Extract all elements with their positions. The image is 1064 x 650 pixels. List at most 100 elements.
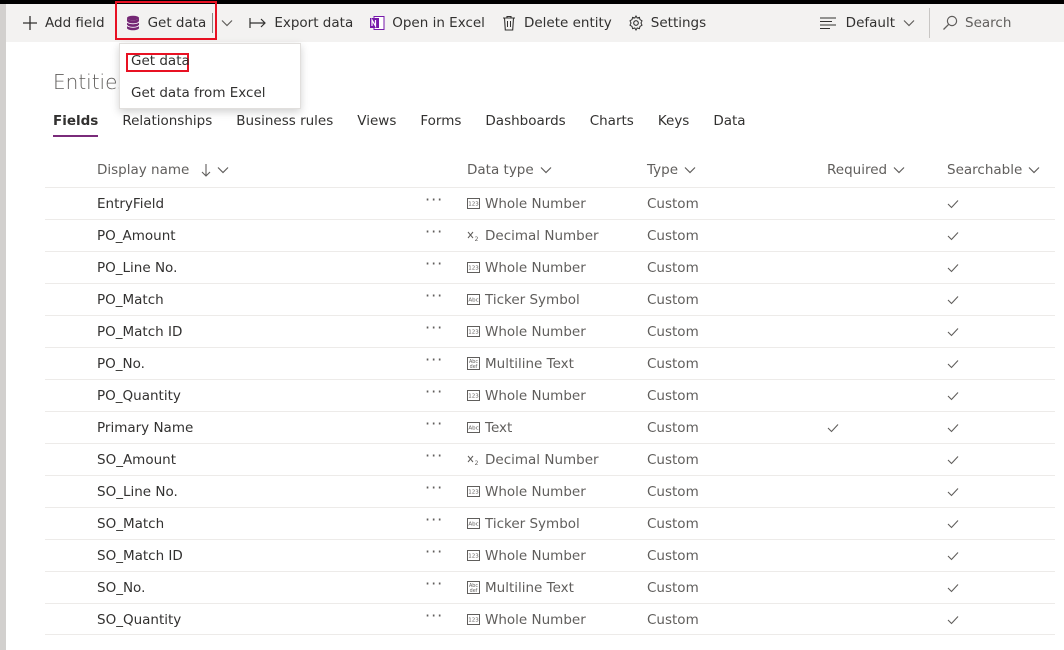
get-data-button[interactable]: Get data [113, 4, 211, 42]
more-options-icon[interactable]: ··· [425, 510, 443, 529]
text-icon: Abc [467, 421, 480, 437]
field-type: Custom [647, 356, 699, 372]
field-display-name[interactable]: SO_Match ID [97, 548, 183, 564]
more-options-icon[interactable]: ··· [425, 286, 443, 305]
tab-fields[interactable]: Fields [53, 113, 99, 137]
table-row[interactable]: SO_Match ··· Abc Ticker Symbol Custom [45, 507, 1055, 539]
chevron-down-icon [903, 19, 915, 27]
table-row[interactable]: Primary Name ··· Abc Text Custom [45, 411, 1055, 443]
field-display-name[interactable]: PO_Quantity [97, 388, 181, 404]
open-in-excel-button[interactable]: Open in Excel [361, 4, 493, 42]
table-row[interactable]: PO_No. ··· Abc def Multiline Text Custom [45, 347, 1055, 379]
column-header-label: Searchable [947, 162, 1023, 178]
field-display-name[interactable]: PO_No. [97, 356, 145, 372]
search-box[interactable]: Search [934, 4, 1064, 42]
chevron-down-icon [678, 166, 696, 174]
add-field-button[interactable]: Add field [6, 4, 113, 42]
field-display-name[interactable]: PO_Match [97, 292, 164, 308]
export-data-button[interactable]: Export data [241, 4, 361, 42]
field-display-name[interactable]: SO_Amount [97, 452, 176, 468]
column-header-label: Type [647, 162, 679, 178]
whole-number-icon: 123 [467, 485, 480, 501]
searchable-check-icon [947, 421, 959, 437]
chevron-down-icon [534, 166, 552, 174]
svg-text:123: 123 [468, 330, 479, 336]
settings-button[interactable]: Settings [620, 4, 714, 42]
tab-business-rules[interactable]: Business rules [236, 113, 333, 137]
field-display-name[interactable]: SO_No. [97, 580, 145, 596]
tab-views[interactable]: Views [357, 113, 396, 137]
svg-text:2: 2 [475, 236, 479, 242]
whole-number-icon: 123 [467, 197, 480, 213]
column-header-data-type[interactable]: Data type [467, 162, 552, 178]
tab-dashboards[interactable]: Dashboards [485, 113, 565, 137]
more-options-icon[interactable]: ··· [425, 318, 443, 337]
field-display-name[interactable]: Primary Name [97, 420, 193, 436]
left-rail [0, 4, 6, 650]
table-row[interactable]: SO_Quantity ··· 123 Whole Number Custom [45, 603, 1055, 635]
tab-forms[interactable]: Forms [420, 113, 461, 137]
table-row[interactable]: EntryField ··· 123 Whole Number Custom [45, 187, 1055, 219]
field-type: Custom [647, 484, 699, 500]
column-header-type[interactable]: Type [647, 162, 696, 178]
more-options-icon[interactable]: ··· [425, 446, 443, 465]
field-display-name[interactable]: SO_Line No. [97, 484, 178, 500]
table-row[interactable]: PO_Quantity ··· 123 Whole Number Custom [45, 379, 1055, 411]
column-header-label: Required [827, 162, 888, 178]
column-header-required[interactable]: Required [827, 162, 905, 178]
more-options-icon[interactable]: ··· [425, 606, 443, 625]
delete-entity-button[interactable]: Delete entity [493, 4, 620, 42]
table-row[interactable]: SO_Match ID ··· 123 Whole Number Custom [45, 539, 1055, 571]
more-options-icon[interactable]: ··· [425, 414, 443, 433]
field-data-type: Text [485, 420, 513, 436]
more-options-icon[interactable]: ··· [425, 254, 443, 273]
plus-icon [22, 15, 38, 31]
searchable-check-icon [947, 581, 959, 597]
column-header-searchable[interactable]: Searchable [947, 162, 1040, 178]
more-options-icon[interactable]: ··· [425, 350, 443, 369]
table-row[interactable]: PO_Amount ··· 2 Decimal Number Custom [45, 219, 1055, 251]
more-options-icon[interactable]: ··· [425, 542, 443, 561]
svg-text:123: 123 [468, 394, 479, 400]
search-placeholder: Search [965, 15, 1012, 31]
menu-item-get-data-from-excel[interactable]: Get data from Excel [131, 85, 266, 101]
table-row[interactable]: SO_No. ··· Abc def Multiline Text Custom [45, 571, 1055, 603]
sort-descending-icon [195, 163, 211, 177]
field-data-type: Whole Number [485, 548, 586, 564]
table-row[interactable]: SO_Amount ··· 2 Decimal Number Custom [45, 443, 1055, 475]
gear-icon [628, 15, 644, 31]
whole-number-icon: 123 [467, 613, 480, 629]
tab-relationships[interactable]: Relationships [122, 113, 212, 137]
decimal-number-icon: 2 [467, 453, 480, 470]
table-row[interactable]: PO_Match ··· Abc Ticker Symbol Custom [45, 283, 1055, 315]
more-options-icon[interactable]: ··· [425, 382, 443, 401]
tab-charts[interactable]: Charts [590, 113, 634, 137]
decimal-number-icon: 2 [467, 229, 480, 246]
more-options-icon[interactable]: ··· [425, 222, 443, 241]
tab-data[interactable]: Data [713, 113, 745, 137]
more-options-icon[interactable]: ··· [425, 478, 443, 497]
field-display-name[interactable]: PO_Amount [97, 228, 176, 244]
column-header-display-name[interactable]: Display name [97, 162, 229, 178]
multiline-text-icon: Abc def [467, 357, 480, 374]
view-selector[interactable]: Default [812, 4, 925, 42]
table-row[interactable]: SO_Line No. ··· 123 Whole Number Custom [45, 475, 1055, 507]
menu-item-get-data[interactable]: Get data [131, 53, 190, 69]
field-display-name[interactable]: PO_Line No. [97, 260, 177, 276]
field-data-type: Whole Number [485, 196, 586, 212]
search-icon [942, 15, 958, 31]
field-display-name[interactable]: SO_Match [97, 516, 164, 532]
svg-text:Abc: Abc [469, 583, 478, 589]
more-options-icon[interactable]: ··· [425, 190, 443, 209]
field-data-type: Whole Number [485, 484, 586, 500]
table-row[interactable]: PO_Match ID ··· 123 Whole Number Custom [45, 315, 1055, 347]
get-data-dropdown-toggle[interactable] [219, 4, 241, 42]
searchable-check-icon [947, 549, 959, 565]
table-row[interactable]: PO_Line No. ··· 123 Whole Number Custom [45, 251, 1055, 283]
field-data-type: Whole Number [485, 324, 586, 340]
field-display-name[interactable]: EntryField [97, 196, 164, 212]
tab-keys[interactable]: Keys [658, 113, 690, 137]
more-options-icon[interactable]: ··· [425, 574, 443, 593]
field-display-name[interactable]: SO_Quantity [97, 612, 181, 628]
field-display-name[interactable]: PO_Match ID [97, 324, 182, 340]
